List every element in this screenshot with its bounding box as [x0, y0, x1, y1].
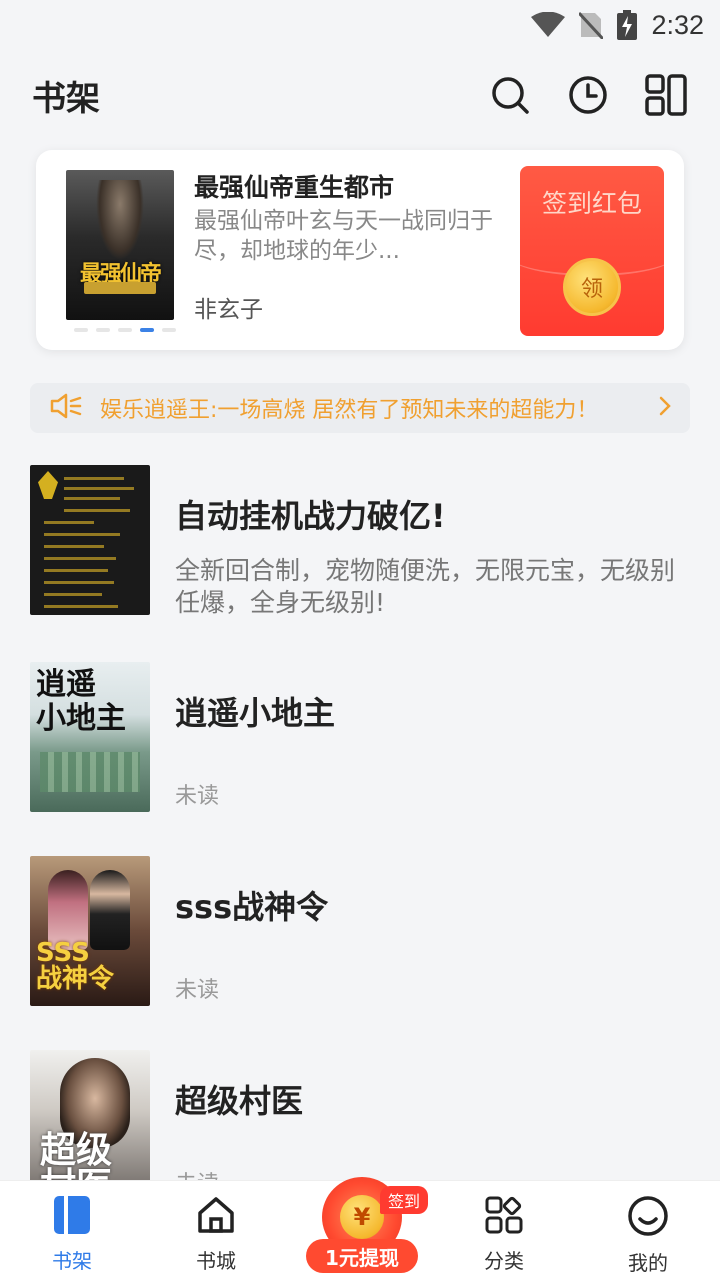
chevron-right-icon [658, 395, 672, 421]
carousel-dot-active [140, 328, 154, 332]
battery-charging-icon [617, 10, 638, 40]
read-status: 未读 [175, 978, 220, 1003]
no-sim-icon [579, 11, 604, 39]
history-clock-icon[interactable] [566, 73, 610, 117]
book-cover[interactable]: 逍遥 小地主 [30, 662, 150, 812]
withdraw-label: 1元提现 [306, 1239, 418, 1273]
notice-text: 娱乐逍遥王:一场高烧 居然有了预知未来的超能力！ [100, 398, 599, 423]
nav-mine-label: 我的 [628, 1251, 668, 1275]
nav-category-label: 分类 [484, 1249, 524, 1273]
book-title: 自动挂机战力破亿! [175, 497, 446, 535]
bottom-navigation: 书架 书城 ¥ 1元提现 签到 分类 我的 [0, 1177, 720, 1280]
home-icon [196, 1195, 236, 1239]
book-list-item[interactable]: 自动挂机战力破亿! 全新回合制，宠物随便洗，无限元宝，无级别任爆，全身无级别! [30, 465, 690, 617]
book-title: 逍遥小地主 [175, 694, 336, 732]
bookshelf-icon [53, 1195, 91, 1239]
sign-in-badge[interactable]: 签到 [380, 1186, 429, 1214]
notice-bar[interactable]: 娱乐逍遥王:一场高烧 居然有了预知未来的超能力！ [30, 383, 690, 433]
carousel-dot [162, 328, 176, 332]
redpacket-label: 签到红包 [541, 189, 642, 218]
book-list-item[interactable]: 逍遥 小地主 逍遥小地主 未读 [30, 662, 690, 812]
page-title: 书架 [32, 78, 100, 119]
book-cover[interactable]: SSS 战神令 [30, 856, 150, 1006]
sign-in-redpacket-button[interactable]: 签到红包 领 [520, 166, 664, 336]
nav-mine[interactable]: 我的 [576, 1181, 720, 1276]
layout-grid-icon[interactable] [644, 73, 688, 117]
category-icon [484, 1195, 524, 1239]
nav-bookshelf[interactable]: 书架 [0, 1181, 144, 1274]
carousel-dot [96, 328, 110, 332]
book-list-item[interactable]: SSS 战神令 sss战神令 未读 [30, 856, 690, 1006]
featured-book-title: 最强仙帝重生都市 [194, 173, 395, 202]
book-title: sss战神令 [175, 888, 329, 926]
book-description: 全新回合制，宠物随便洗，无限元宝，无级别任爆，全身无级别! [175, 556, 676, 617]
featured-book-cover[interactable]: 最强仙帝 [66, 170, 174, 320]
carousel-dot [74, 328, 88, 332]
redpacket-coin-icon: 领 [563, 258, 621, 316]
nav-bookshelf-label: 书架 [52, 1249, 92, 1273]
book-cover-title: 逍遥 小地主 [36, 667, 126, 736]
nav-bookstore[interactable]: 书城 [144, 1181, 288, 1274]
status-time: 2:32 [651, 9, 704, 40]
book-cover[interactable]: 超级村医 [30, 1050, 150, 1200]
speaker-icon [50, 392, 82, 424]
status-bar: 2:32 [0, 0, 720, 50]
book-cover[interactable] [30, 465, 150, 615]
carousel-dot [118, 328, 132, 332]
nav-bookstore-label: 书城 [196, 1249, 236, 1273]
header: 书架 [0, 60, 720, 130]
featured-book-author: 非玄子 [194, 297, 263, 323]
smile-face-icon [627, 1195, 669, 1241]
featured-book-description: 最强仙帝叶玄与天一战同归于尽，却地球的年少... [194, 208, 493, 264]
carousel-indicator [74, 328, 176, 332]
book-title: 超级村医 [175, 1082, 304, 1120]
read-status: 未读 [175, 784, 220, 809]
nav-category[interactable]: 分类 [432, 1181, 576, 1274]
book-cover-title: SSS 战神令 [36, 938, 115, 994]
search-icon[interactable] [488, 73, 532, 117]
wifi-icon [531, 12, 566, 38]
featured-book-card[interactable]: 最强仙帝 最强仙帝重生都市 最强仙帝叶玄与天一战同归于尽，却地球的年少... 非… [36, 150, 684, 350]
